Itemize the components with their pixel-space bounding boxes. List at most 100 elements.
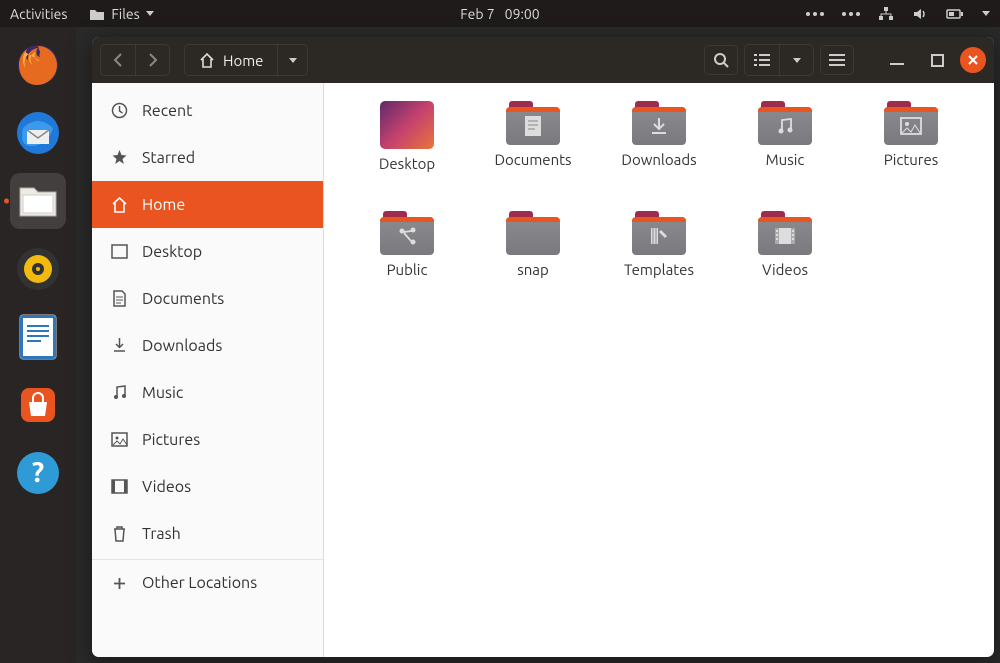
document-icon bbox=[110, 290, 128, 307]
folder-icon bbox=[758, 101, 812, 145]
hamburger-icon bbox=[829, 53, 845, 67]
dock: ? bbox=[0, 27, 76, 663]
sidebar-label: Other Locations bbox=[142, 574, 257, 592]
list-view-button[interactable] bbox=[745, 45, 779, 75]
dock-firefox[interactable] bbox=[10, 37, 66, 93]
view-dropdown[interactable] bbox=[779, 45, 813, 75]
folder-snap[interactable]: snap bbox=[472, 211, 594, 311]
indicator-dots-icon[interactable] bbox=[806, 12, 824, 16]
folder-label: Videos bbox=[762, 261, 808, 278]
list-icon bbox=[754, 53, 770, 67]
sidebar-item-downloads[interactable]: Downloads bbox=[92, 322, 323, 369]
dock-libreoffice-writer[interactable] bbox=[10, 309, 66, 365]
sidebar-label: Documents bbox=[142, 290, 224, 308]
view-controls bbox=[744, 44, 814, 76]
path-dropdown[interactable] bbox=[277, 45, 307, 75]
folder-icon bbox=[758, 211, 812, 255]
folder-pictures[interactable]: Pictures bbox=[850, 101, 972, 201]
path-bar[interactable]: Home bbox=[184, 44, 308, 76]
nav-buttons bbox=[100, 44, 170, 76]
back-button[interactable] bbox=[101, 45, 135, 75]
clock-icon bbox=[110, 102, 128, 119]
dock-files[interactable] bbox=[10, 173, 66, 229]
maximize-button[interactable] bbox=[920, 45, 954, 75]
folder-label: snap bbox=[517, 261, 549, 278]
star-icon bbox=[110, 149, 128, 166]
dock-rhythmbox[interactable] bbox=[10, 241, 66, 297]
folder-templates[interactable]: Templates bbox=[598, 211, 720, 311]
dock-help[interactable]: ? bbox=[10, 445, 66, 501]
network-icon[interactable] bbox=[878, 6, 894, 22]
headerbar: Home bbox=[92, 37, 994, 83]
sidebar: Recent Starred Home Desktop Documents Do… bbox=[92, 83, 324, 657]
sidebar-item-home[interactable]: Home bbox=[92, 181, 323, 228]
firefox-icon bbox=[15, 42, 61, 88]
dock-thunderbird[interactable] bbox=[10, 105, 66, 161]
folder-label: Templates bbox=[624, 261, 694, 278]
search-icon bbox=[713, 52, 729, 68]
sidebar-label: Desktop bbox=[142, 243, 202, 261]
sidebar-item-starred[interactable]: Starred bbox=[92, 134, 323, 181]
chevron-down-icon bbox=[146, 11, 154, 16]
running-indicator-icon bbox=[4, 199, 9, 204]
sidebar-label: Trash bbox=[142, 525, 181, 543]
folder-icon bbox=[506, 211, 560, 255]
folder-documents[interactable]: Documents bbox=[472, 101, 594, 201]
sidebar-item-trash[interactable]: Trash bbox=[92, 510, 323, 557]
files-window: Home Recen bbox=[92, 37, 994, 657]
chevron-down-icon[interactable] bbox=[982, 11, 990, 16]
indicator-dots-icon[interactable] bbox=[842, 12, 860, 16]
chevron-right-icon bbox=[147, 53, 159, 67]
folder-label: Public bbox=[387, 261, 428, 278]
thunderbird-icon bbox=[15, 110, 61, 156]
home-icon bbox=[110, 197, 128, 213]
date-label: Feb 7 bbox=[460, 6, 494, 22]
folder-label: Downloads bbox=[621, 151, 696, 168]
close-button[interactable] bbox=[960, 47, 986, 73]
dock-software[interactable] bbox=[10, 377, 66, 433]
document-icon bbox=[16, 313, 60, 361]
help-icon: ? bbox=[15, 450, 61, 496]
picture-icon bbox=[110, 432, 128, 447]
forward-button[interactable] bbox=[135, 45, 169, 75]
time-label: 09:00 bbox=[505, 6, 540, 22]
activities-button[interactable]: Activities bbox=[10, 6, 67, 22]
sidebar-item-videos[interactable]: Videos bbox=[92, 463, 323, 510]
desktop-icon bbox=[380, 101, 434, 149]
folder-icon bbox=[89, 7, 105, 21]
file-grid: Desktop Documents Downloads Music Pictur… bbox=[324, 83, 994, 657]
chevron-down-icon bbox=[793, 58, 801, 63]
desktop-icon bbox=[110, 244, 128, 259]
sidebar-label: Home bbox=[142, 196, 185, 214]
folder-label: Music bbox=[766, 151, 805, 168]
sidebar-label: Starred bbox=[142, 149, 195, 167]
home-icon bbox=[199, 53, 215, 68]
app-menu-label: Files bbox=[111, 6, 139, 22]
video-icon bbox=[110, 479, 128, 494]
trash-icon bbox=[110, 525, 128, 542]
sidebar-item-music[interactable]: Music bbox=[92, 369, 323, 416]
hamburger-menu-button[interactable] bbox=[820, 45, 854, 75]
folder-desktop[interactable]: Desktop bbox=[346, 101, 468, 201]
search-button[interactable] bbox=[704, 45, 738, 75]
folder-public[interactable]: Public bbox=[346, 211, 468, 311]
sidebar-label: Music bbox=[142, 384, 183, 402]
folder-videos[interactable]: Videos bbox=[724, 211, 846, 311]
clock[interactable]: Feb 7 09:00 bbox=[460, 6, 539, 22]
folder-music[interactable]: Music bbox=[724, 101, 846, 201]
maximize-icon bbox=[931, 54, 944, 67]
folder-label: Documents bbox=[494, 151, 571, 168]
sidebar-item-recent[interactable]: Recent bbox=[92, 87, 323, 134]
folder-label: Pictures bbox=[884, 151, 939, 168]
plus-icon bbox=[110, 576, 128, 591]
volume-icon[interactable] bbox=[912, 6, 928, 22]
speaker-icon bbox=[15, 246, 61, 292]
app-menu[interactable]: Files bbox=[89, 6, 153, 22]
minimize-button[interactable] bbox=[880, 45, 914, 75]
sidebar-item-documents[interactable]: Documents bbox=[92, 275, 323, 322]
sidebar-item-desktop[interactable]: Desktop bbox=[92, 228, 323, 275]
battery-icon[interactable] bbox=[946, 7, 964, 21]
folder-downloads[interactable]: Downloads bbox=[598, 101, 720, 201]
sidebar-item-pictures[interactable]: Pictures bbox=[92, 416, 323, 463]
sidebar-item-other-locations[interactable]: Other Locations bbox=[92, 559, 323, 606]
